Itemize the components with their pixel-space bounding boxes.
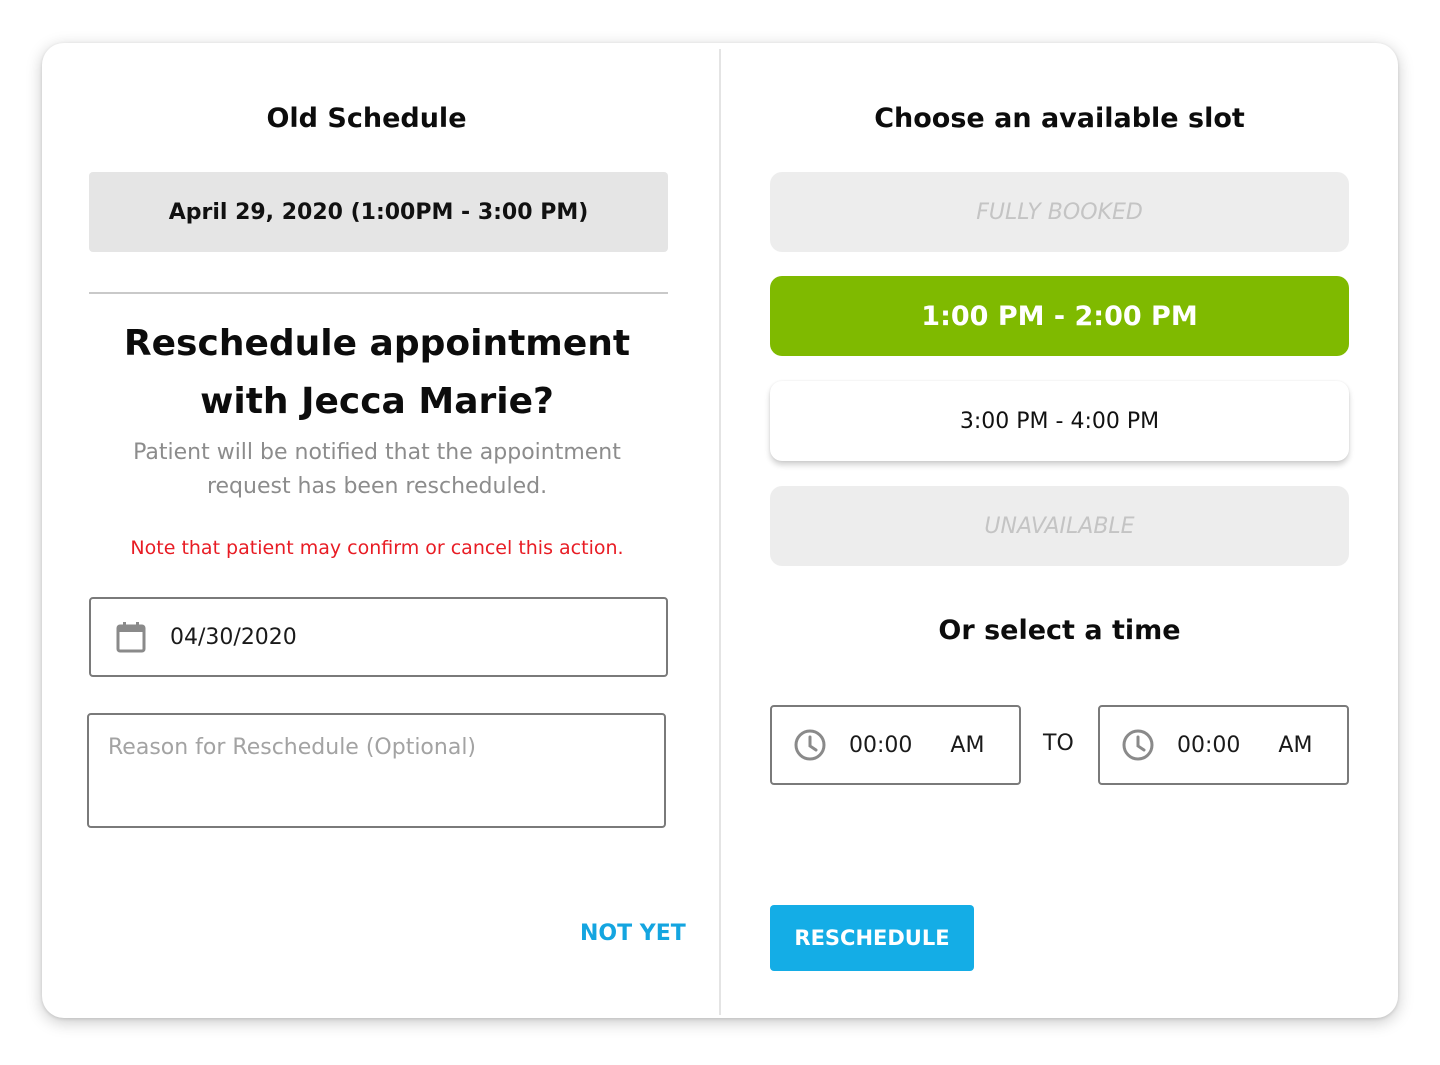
slots-title: Choose an available slot — [874, 103, 1245, 134]
slot-1pm-2pm[interactable]: 1:00 PM - 2:00 PM — [770, 276, 1349, 356]
date-field[interactable]: 04/30/2020 — [89, 597, 668, 677]
reason-input[interactable]: Reason for Reschedule (Optional) — [87, 713, 666, 828]
date-value: 04/30/2020 — [170, 624, 297, 650]
panel-divider — [719, 49, 721, 1015]
or-select-title: Or select a time — [938, 615, 1181, 646]
slot-fully-booked: FULLY BOOKED — [770, 172, 1349, 252]
clock-icon — [794, 729, 826, 761]
headline-line-2: with Jecca Marie? — [200, 381, 554, 422]
calendar-icon — [116, 622, 146, 653]
subtext-line-2: request has been rescheduled. — [206, 474, 548, 499]
warning-note: Note that patient may confirm or cancel … — [130, 537, 624, 559]
from-time-ampm[interactable]: AM — [950, 733, 984, 758]
to-time-value: 00:00 — [1177, 732, 1241, 758]
slot-unavailable: UNAVAILABLE — [770, 486, 1349, 566]
to-time-field[interactable]: 00:00 AM — [1098, 705, 1349, 785]
not-yet-button[interactable]: NOT YET — [580, 921, 686, 946]
from-time-field[interactable]: 00:00 AM — [770, 705, 1021, 785]
section-divider — [89, 292, 668, 294]
subtext-line-1: Patient will be notified that the appoin… — [133, 440, 621, 465]
old-schedule-value: April 29, 2020 (1:00PM - 3:00 PM) — [89, 172, 668, 252]
reschedule-button[interactable]: RESCHEDULE — [770, 905, 974, 971]
clock-icon — [1122, 729, 1154, 761]
to-time-ampm[interactable]: AM — [1278, 733, 1312, 758]
headline-line-1: Reschedule appointment — [123, 323, 631, 364]
slot-3pm-4pm[interactable]: 3:00 PM - 4:00 PM — [770, 381, 1349, 461]
old-schedule-title: Old Schedule — [266, 103, 467, 134]
from-time-value: 00:00 — [849, 732, 913, 758]
dialog-headline: Reschedule appointment with Jecca Marie? — [82, 315, 672, 431]
dialog-subtext: Patient will be notified that the appoin… — [92, 436, 662, 504]
to-label: TO — [1043, 731, 1074, 756]
reschedule-dialog: Old Schedule April 29, 2020 (1:00PM - 3:… — [42, 43, 1398, 1018]
